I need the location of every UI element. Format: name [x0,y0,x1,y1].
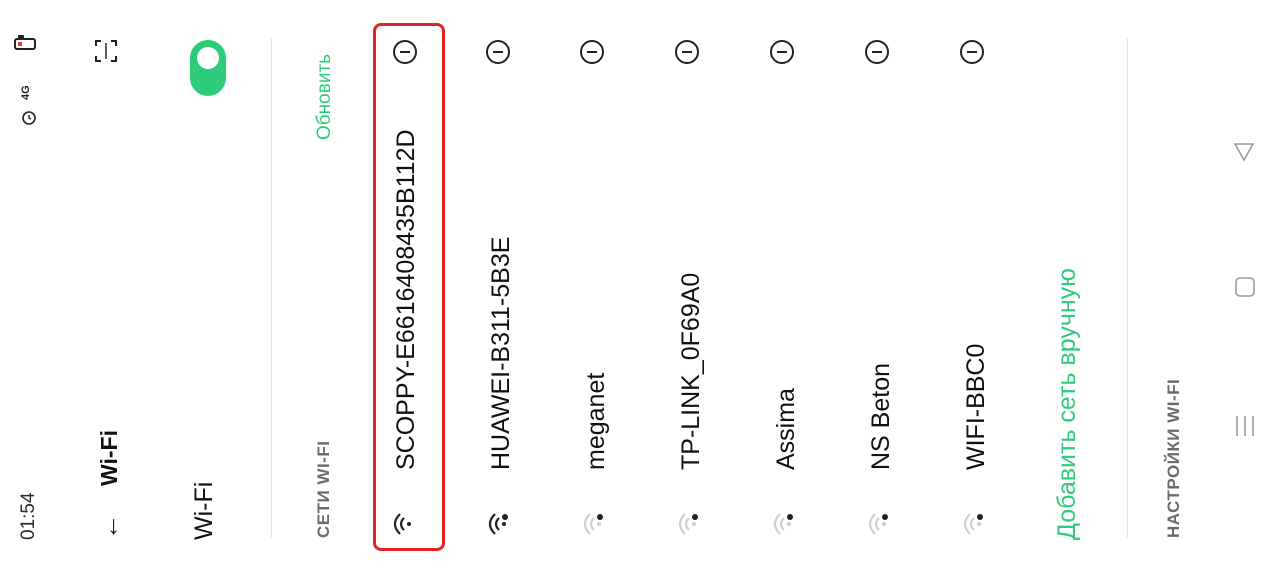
network-info-icon[interactable] [675,40,699,64]
wifi-signal-weak-icon [678,513,698,535]
wifi-settings-section-header: НАСТРОЙКИ WI-FI [1164,378,1183,538]
network-name[interactable]: meganet [582,373,611,470]
qr-scan-icon[interactable] [93,38,119,64]
network-info-icon[interactable] [486,40,510,64]
nav-back-icon[interactable] [1232,140,1256,164]
status-time: 01:54 [18,492,39,540]
network-info-icon[interactable] [580,40,604,64]
toggle-knob [197,47,219,69]
wifi-signal-weak-icon [963,513,983,535]
network-info-icon[interactable] [865,40,889,64]
page-title: Wi-Fi [96,430,122,486]
network-name[interactable]: TP-LINK_0F69A0 [677,273,706,470]
network-name[interactable]: NS Beton [867,363,896,470]
nav-menu-icon[interactable] [1233,414,1257,438]
wifi-signal-locked-icon [488,513,508,535]
divider [1127,38,1128,538]
refresh-button[interactable]: Обновить [314,54,336,140]
network-name[interactable]: HUAWEI-B311-5B3E [487,237,516,470]
network-name[interactable]: SCOPPY-E6616408435B112D [392,129,421,470]
add-network-manually-button[interactable]: Добавить сеть вручную [1053,268,1082,540]
back-arrow-icon[interactable]: ← [94,514,125,540]
network-info-icon[interactable] [770,40,794,64]
network-info-icon[interactable] [960,40,984,64]
network-name[interactable]: Assima [772,388,801,470]
wifi-toggle-switch[interactable] [190,40,226,96]
network-info-icon[interactable] [393,40,417,64]
signal-indicator: 4G [20,85,32,100]
wifi-toggle-label: Wi-Fi [190,481,218,540]
battery-icon [14,38,36,50]
wifi-signal-strong-icon [393,513,411,535]
alarm-icon [22,111,36,125]
divider [271,38,272,538]
wifi-signal-weak-icon [868,513,888,535]
wifi-signal-weak-icon [773,513,793,535]
network-name[interactable]: WIFI-BBC0 [962,344,991,470]
wifi-signal-weak-icon [583,513,603,535]
networks-section-header: СЕТИ WI-FI [314,440,333,538]
nav-home-icon[interactable] [1234,276,1256,298]
